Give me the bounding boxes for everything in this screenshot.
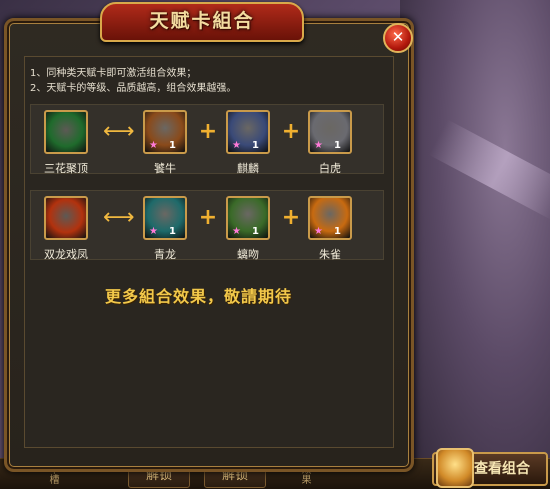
rule-line-2: 2、天赋卡的等级、品质越高，组合效果越强。 — [30, 83, 237, 94]
card-name: 白虎 — [319, 162, 341, 175]
card-name: 螭吻 — [237, 248, 259, 261]
card-level: 1 — [334, 226, 341, 237]
more-combos-coming-text: 更多組合效果，敬請期待 — [105, 287, 293, 306]
bull-beast-icon[interactable]: ★ 1 — [143, 110, 187, 154]
star-icon: ★ — [314, 226, 323, 237]
white-tiger-icon[interactable]: ★ 1 — [308, 110, 352, 154]
card-name: 饕牛 — [154, 162, 176, 175]
chiwen-icon[interactable]: ★ 1 — [226, 196, 270, 240]
rule-line-1: 1、同种类天赋卡即可激活组合效果； — [30, 68, 197, 79]
card-level: 1 — [252, 226, 259, 237]
card-level: 1 — [169, 226, 176, 237]
star-icon: ★ — [314, 140, 323, 151]
plus-icon: + — [198, 119, 218, 144]
qilin-icon[interactable]: ★ 1 — [226, 110, 270, 154]
star-icon: ★ — [149, 140, 158, 151]
view-combo-label: 查看组合 — [474, 461, 530, 477]
card-name: 朱雀 — [319, 248, 341, 261]
dialog-title: 天赋卡組合 — [149, 10, 255, 32]
combo-result-name: 双龙戏凤 — [44, 248, 88, 261]
card-level: 1 — [334, 140, 341, 151]
close-button[interactable]: ✕ — [383, 23, 413, 53]
vermilion-bird-icon[interactable]: ★ 1 — [308, 196, 352, 240]
star-icon: ★ — [232, 140, 241, 151]
double-arrow-icon: ⟷ — [103, 119, 135, 144]
plus-icon: + — [198, 205, 218, 230]
plus-icon: + — [281, 119, 301, 144]
background-scenery — [400, 0, 550, 488]
star-icon: ★ — [232, 226, 241, 237]
star-icon: ★ — [149, 226, 158, 237]
combo-result-name: 三花聚顶 — [44, 162, 88, 175]
card-level: 1 — [169, 140, 176, 151]
flame-blade-icon[interactable] — [44, 196, 88, 240]
green-rune-icon[interactable] — [44, 110, 88, 154]
azure-dragon-icon[interactable]: ★ 1 — [143, 196, 187, 240]
card-name: 麒麟 — [237, 162, 259, 175]
card-name: 青龙 — [154, 248, 176, 261]
plus-icon: + — [281, 205, 301, 230]
close-icon: ✕ — [391, 28, 405, 46]
card-deck-icon — [436, 448, 474, 488]
card-level: 1 — [252, 140, 259, 151]
double-arrow-icon: ⟷ — [103, 205, 135, 230]
